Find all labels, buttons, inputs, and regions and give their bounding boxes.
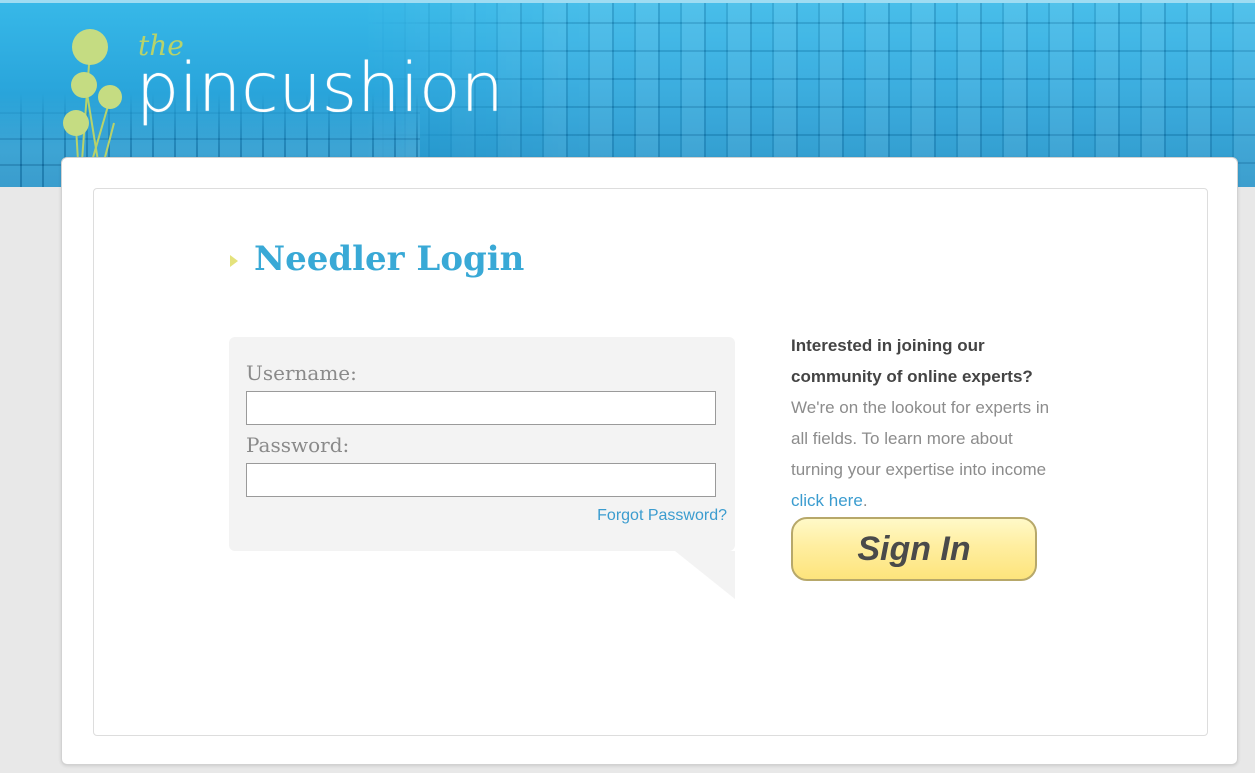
promo-body: We're on the lookout for experts in all … bbox=[791, 398, 1050, 479]
content-panel: Needler Login Username: Password: Forgot… bbox=[93, 188, 1208, 736]
username-label: Username: bbox=[246, 361, 357, 385]
login-form: Username: Password: Forgot Password? bbox=[229, 337, 735, 551]
forgot-password-link[interactable]: Forgot Password? bbox=[597, 507, 727, 525]
password-label: Password: bbox=[246, 433, 350, 457]
page-title: Needler Login bbox=[254, 239, 525, 279]
pincushion-flower-icon bbox=[63, 29, 122, 162]
promo-text: Interested in joining our community of o… bbox=[791, 330, 1053, 516]
promo-trailing: . bbox=[862, 491, 868, 510]
password-input[interactable] bbox=[246, 463, 716, 497]
speech-bubble-tail bbox=[675, 551, 735, 599]
username-input[interactable] bbox=[246, 391, 716, 425]
promo-click-here-link[interactable]: click here bbox=[791, 491, 863, 510]
promo-heading: Interested in joining our community of o… bbox=[791, 336, 1033, 386]
title-arrow-icon bbox=[230, 255, 238, 267]
logo-wordmark: pincushion bbox=[136, 49, 504, 128]
content-card: Needler Login Username: Password: Forgot… bbox=[61, 157, 1238, 765]
sign-in-button[interactable]: Sign In bbox=[791, 517, 1037, 581]
site-logo[interactable]: the pincushion bbox=[60, 23, 540, 163]
